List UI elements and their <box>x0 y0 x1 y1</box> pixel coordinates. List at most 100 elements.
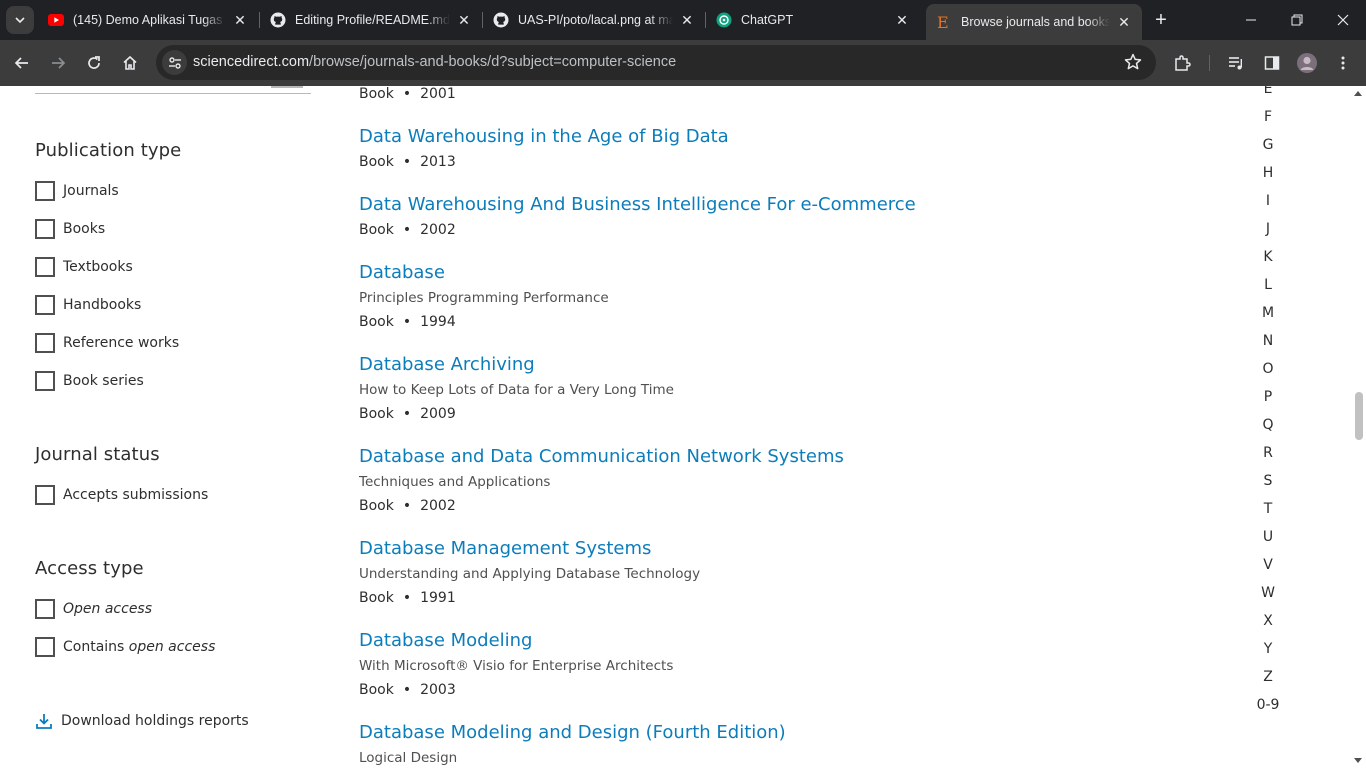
url-text[interactable]: sciencedirect.com/browse/journals-and-bo… <box>193 54 676 70</box>
filter-label: Open access <box>63 601 152 617</box>
scroll-down-arrow[interactable] <box>1354 758 1362 763</box>
checkbox[interactable] <box>35 485 55 505</box>
result-title-link[interactable]: Database Modeling <box>359 630 533 651</box>
checkbox[interactable] <box>35 181 55 201</box>
alpha-link-z[interactable]: Z <box>1248 669 1288 685</box>
result-title-link[interactable]: Database Modeling and Design (Fourth Edi… <box>359 722 786 743</box>
scroll-thumb[interactable] <box>1355 392 1363 440</box>
alpha-link-0-9[interactable]: 0-9 <box>1248 697 1288 713</box>
result-type: Book <box>359 682 394 698</box>
reload-button[interactable] <box>79 48 109 78</box>
checkbox[interactable] <box>35 371 55 391</box>
filter-accepts-submissions[interactable]: Accepts submissions <box>35 484 208 506</box>
download-holdings-link[interactable]: Download holdings reports <box>35 712 249 730</box>
close-icon <box>1337 14 1349 26</box>
tab-title: (145) Demo Aplikasi Tugas Akhir <box>73 13 226 27</box>
alpha-link-h[interactable]: H <box>1248 165 1288 181</box>
chevron-down-icon <box>15 17 25 24</box>
result-title-link[interactable]: Database Archiving <box>359 354 535 375</box>
side-panel-button[interactable] <box>1257 48 1287 78</box>
close-icon[interactable]: ✕ <box>894 12 910 28</box>
more-vert-icon <box>1341 56 1345 70</box>
elsevier-icon: E <box>936 14 952 30</box>
page-scrollbar[interactable] <box>1351 86 1366 768</box>
alpha-link-g[interactable]: G <box>1248 137 1288 153</box>
filter-open-access[interactable]: Open access <box>35 598 152 620</box>
checkbox[interactable] <box>35 219 55 239</box>
checkbox[interactable] <box>35 637 55 657</box>
result-title-link[interactable]: Database and Data Communication Network … <box>359 446 844 467</box>
minimize-icon <box>1246 19 1256 21</box>
tab-github-poto[interactable]: UAS-PI/poto/lacal.png at main ✕ <box>483 4 705 36</box>
result-title-link[interactable]: Database Management Systems <box>359 538 651 559</box>
filter-label: Textbooks <box>63 259 133 275</box>
result-meta: Book • 2003 <box>359 682 456 698</box>
alpha-link-s[interactable]: S <box>1248 473 1288 489</box>
filter-contains-open-access[interactable]: Contains open access <box>35 636 215 658</box>
alpha-link-x[interactable]: X <box>1248 613 1288 629</box>
close-icon[interactable]: ✕ <box>232 12 248 28</box>
media-controls-button[interactable] <box>1221 48 1251 78</box>
result-meta: Book • 1994 <box>359 314 456 330</box>
extensions-button[interactable] <box>1167 48 1197 78</box>
checkbox[interactable] <box>35 295 55 315</box>
filter-book-series[interactable]: Book series <box>35 370 144 392</box>
alpha-link-f[interactable]: F <box>1248 109 1288 125</box>
close-icon[interactable]: ✕ <box>1116 14 1132 30</box>
alpha-link-j[interactable]: J <box>1248 221 1288 237</box>
alpha-link-e[interactable]: E <box>1248 86 1288 97</box>
scroll-up-arrow[interactable] <box>1354 91 1362 96</box>
alpha-link-v[interactable]: V <box>1248 557 1288 573</box>
filter-journals[interactable]: Journals <box>35 180 119 202</box>
alpha-link-r[interactable]: R <box>1248 445 1288 461</box>
close-icon[interactable]: ✕ <box>456 12 472 28</box>
restore-button[interactable] <box>1274 0 1320 40</box>
close-window-button[interactable] <box>1320 0 1366 40</box>
home-button[interactable] <box>115 48 145 78</box>
alpha-link-u[interactable]: U <box>1248 529 1288 545</box>
minimize-button[interactable] <box>1228 0 1274 40</box>
filter-label: Handbooks <box>63 297 142 313</box>
alpha-link-q[interactable]: Q <box>1248 417 1288 433</box>
filter-handbooks[interactable]: Handbooks <box>35 294 141 316</box>
alpha-link-k[interactable]: K <box>1248 249 1288 265</box>
bookmark-star-button[interactable] <box>1124 53 1142 76</box>
tab-github-readme[interactable]: Editing Profile/README.md at main ✕ <box>260 4 482 36</box>
back-button[interactable] <box>7 48 37 78</box>
filter-textbooks[interactable]: Textbooks <box>35 256 133 278</box>
result-subtitle: Understanding and Applying Database Tech… <box>359 566 701 582</box>
side-panel-icon <box>1264 56 1280 70</box>
tab-sciencedirect[interactable]: E Browse journals and books | ScienceDir… <box>926 4 1142 40</box>
result-title-link[interactable]: Data Warehousing And Business Intelligen… <box>359 194 916 215</box>
checkbox[interactable] <box>35 333 55 353</box>
address-bar[interactable]: sciencedirect.com/browse/journals-and-bo… <box>156 45 1156 80</box>
alpha-link-o[interactable]: O <box>1248 361 1288 377</box>
alpha-link-i[interactable]: I <box>1248 193 1288 209</box>
site-info-button[interactable] <box>162 50 187 75</box>
tab-chatgpt[interactable]: ChatGPT ✕ <box>706 4 920 36</box>
result-title-link[interactable]: Database <box>359 262 445 283</box>
alpha-link-y[interactable]: Y <box>1248 641 1288 657</box>
tab-search-button[interactable] <box>6 6 34 34</box>
alpha-link-p[interactable]: P <box>1248 389 1288 405</box>
result-title-link[interactable]: Data Warehousing in the Age of Big Data <box>359 126 729 147</box>
forward-button[interactable] <box>43 48 73 78</box>
alpha-link-m[interactable]: M <box>1248 305 1288 321</box>
tab-youtube[interactable]: (145) Demo Aplikasi Tugas Akhir ✕ <box>38 4 258 36</box>
result-year: 2009 <box>420 406 456 422</box>
filter-reference-works[interactable]: Reference works <box>35 332 179 354</box>
bullet-separator: • <box>402 222 412 238</box>
new-tab-button[interactable]: + <box>1148 6 1174 34</box>
github-icon <box>493 12 509 28</box>
alpha-link-l[interactable]: L <box>1248 277 1288 293</box>
alpha-link-t[interactable]: T <box>1248 501 1288 517</box>
browser-toolbar: sciencedirect.com/browse/journals-and-bo… <box>0 40 1366 86</box>
close-icon[interactable]: ✕ <box>679 12 695 28</box>
filter-books[interactable]: Books <box>35 218 105 240</box>
profile-button[interactable] <box>1292 48 1322 78</box>
chrome-menu-button[interactable] <box>1328 48 1358 78</box>
checkbox[interactable] <box>35 257 55 277</box>
alpha-link-w[interactable]: W <box>1248 585 1288 601</box>
checkbox[interactable] <box>35 599 55 619</box>
alpha-link-n[interactable]: N <box>1248 333 1288 349</box>
